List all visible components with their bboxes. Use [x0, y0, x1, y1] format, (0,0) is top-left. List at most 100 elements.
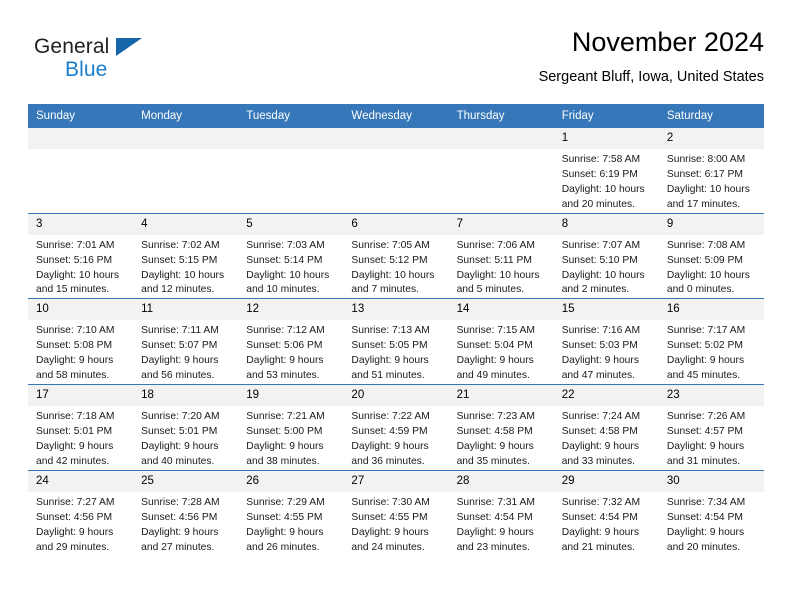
calendar-day-cell[interactable]: 15 Sunrise: 7:16 AM Sunset: 5:03 PM Dayligh… — [553, 298, 659, 385]
calendar-day-cell[interactable]: 2 Sunrise: 8:00 AM Sunset: 6:17 PM Daylight… — [658, 128, 764, 214]
day-cell-inner — [343, 128, 449, 213]
calendar-day-cell[interactable]: 7 Sunrise: 7:06 AM Sunset: 5:11 PM Daylight… — [448, 212, 554, 299]
day-details: Sunrise: 7:08 AM Sunset: 5:09 PM Daylight:… — [659, 235, 764, 299]
calendar-day-cell[interactable]: 12 Sunrise: 7:12 AM Sunset: 5:06 PM Dayligh… — [238, 298, 344, 385]
calendar-day-cell[interactable]: 16 Sunrise: 7:17 AM Sunset: 5:02 PM Dayligh… — [658, 298, 764, 385]
daylight-duration-line1: Daylight: 9 hours — [246, 440, 324, 452]
calendar-day-cell[interactable]: 29 Sunrise: 7:32 AM Sunset: 4:54 PM Dayligh… — [553, 469, 659, 556]
calendar-day-cell[interactable]: 14 Sunrise: 7:15 AM Sunset: 5:04 PM Dayligh… — [448, 298, 554, 385]
sunset-time: Sunset: 4:58 PM — [561, 425, 638, 437]
sunrise-time: Sunrise: 7:15 AM — [456, 325, 535, 337]
daylight-duration-line1: Daylight: 9 hours — [561, 440, 639, 452]
logo-text-blue: Blue — [65, 58, 108, 81]
sunrise-time: Sunrise: 7:01 AM — [36, 239, 115, 251]
weekday-header-wednesday: Wednesday — [343, 104, 449, 128]
day-number: 19 — [238, 385, 344, 407]
day-details: Sunrise: 7:07 AM Sunset: 5:10 PM Daylight:… — [554, 235, 659, 299]
daylight-duration-line1: Daylight: 10 hours — [666, 183, 750, 195]
calendar-day-cell[interactable]: 18 Sunrise: 7:20 AM Sunset: 5:01 PM Dayligh… — [133, 384, 239, 471]
day-cell-inner: 24 Sunrise: 7:27 AM Sunset: 4:56 PM Dayligh… — [28, 470, 134, 556]
day-number: 2 — [658, 128, 764, 149]
calendar-day-cell[interactable]: 10 Sunrise: 7:10 AM Sunset: 5:08 PM Dayligh… — [28, 298, 134, 385]
daylight-duration-line2: and 2 minutes. — [561, 284, 630, 296]
calendar-day-cell[interactable]: 3 Sunrise: 7:01 AM Sunset: 5:16 PM Daylight… — [28, 212, 134, 299]
daylight-duration-line1: Daylight: 9 hours — [36, 440, 114, 452]
day-cell-inner: 13 Sunrise: 7:13 AM Sunset: 5:05 PM Dayligh… — [343, 299, 449, 384]
day-details: Sunrise: 7:17 AM Sunset: 5:02 PM Daylight:… — [659, 320, 764, 384]
calendar-day-cell[interactable]: 13 Sunrise: 7:13 AM Sunset: 5:05 PM Dayligh… — [343, 298, 449, 385]
day-details: Sunrise: 7:05 AM Sunset: 5:12 PM Daylight:… — [343, 235, 448, 299]
day-cell-inner — [28, 128, 134, 213]
sunrise-time: Sunrise: 7:05 AM — [351, 239, 430, 251]
calendar-day-cell[interactable]: 6 Sunrise: 7:05 AM Sunset: 5:12 PM Daylight… — [343, 212, 449, 299]
calendar-day-cell[interactable]: 20 Sunrise: 7:22 AM Sunset: 4:59 PM Dayligh… — [343, 384, 449, 471]
calendar-day-cell[interactable]: 19 Sunrise: 7:21 AM Sunset: 5:00 PM Dayligh… — [238, 384, 344, 471]
daylight-duration-line2: and 17 minutes. — [666, 198, 741, 210]
calendar-day-cell[interactable]: 4 Sunrise: 7:02 AM Sunset: 5:15 PM Daylight… — [133, 212, 239, 299]
day-cell-inner: 1 Sunrise: 7:58 AM Sunset: 6:19 PM Daylight… — [553, 128, 659, 213]
daylight-duration-line2: and 7 minutes. — [351, 284, 419, 296]
sunset-time: Sunset: 5:09 PM — [666, 254, 743, 266]
calendar-day-cell[interactable]: 8 Sunrise: 7:07 AM Sunset: 5:10 PM Daylight… — [553, 212, 659, 299]
calendar-day-cell[interactable]: 9 Sunrise: 7:08 AM Sunset: 5:09 PM Daylight… — [658, 212, 764, 299]
calendar-day-cell[interactable]: 25 Sunrise: 7:28 AM Sunset: 4:56 PM Dayligh… — [133, 469, 239, 556]
calendar-day-cell[interactable]: 23 Sunrise: 7:26 AM Sunset: 4:57 PM Dayligh… — [658, 384, 764, 471]
general-blue-logo[interactable]: General Blue — [34, 32, 224, 88]
calendar-day-cell[interactable]: 26 Sunrise: 7:29 AM Sunset: 4:55 PM Dayligh… — [238, 469, 344, 556]
day-cell-inner: 16 Sunrise: 7:17 AM Sunset: 5:02 PM Dayligh… — [658, 299, 764, 384]
calendar-day-cell-empty — [133, 128, 239, 214]
sunset-time: Sunset: 4:59 PM — [351, 425, 428, 437]
sunrise-time: Sunrise: 7:58 AM — [561, 154, 641, 165]
daylight-duration-line1: Daylight: 9 hours — [456, 526, 534, 538]
sunset-time: Sunset: 5:15 PM — [141, 254, 218, 266]
day-cell-inner: 12 Sunrise: 7:12 AM Sunset: 5:06 PM Dayligh… — [238, 299, 344, 384]
sunset-time: Sunset: 5:03 PM — [561, 340, 638, 352]
calendar-day-cell[interactable]: 27 Sunrise: 7:30 AM Sunset: 4:55 PM Dayligh… — [343, 469, 449, 556]
day-number — [238, 128, 344, 149]
day-number: 10 — [28, 299, 134, 321]
day-cell-inner: 10 Sunrise: 7:10 AM Sunset: 5:08 PM Dayligh… — [28, 299, 134, 384]
sunrise-time: Sunrise: 7:02 AM — [141, 239, 220, 251]
sunrise-time: Sunrise: 7:26 AM — [666, 411, 746, 423]
calendar-week-row: 1 Sunrise: 7:58 AM Sunset: 6:19 PM Daylight… — [28, 128, 764, 214]
daylight-duration-line2: and 45 minutes. — [666, 370, 741, 382]
sunset-time: Sunset: 5:12 PM — [351, 254, 428, 266]
day-number — [133, 128, 239, 149]
sunrise-time: Sunrise: 7:12 AM — [246, 325, 325, 337]
sunset-time: Sunset: 5:00 PM — [246, 425, 323, 437]
day-cell-inner: 8 Sunrise: 7:07 AM Sunset: 5:10 PM Daylight… — [553, 213, 659, 299]
day-number: 29 — [553, 470, 659, 492]
daylight-duration-line1: Daylight: 9 hours — [36, 526, 114, 538]
calendar-day-cell-empty — [448, 128, 554, 214]
sunrise-time: Sunrise: 7:30 AM — [351, 496, 430, 508]
calendar-day-cell[interactable]: 22 Sunrise: 7:24 AM Sunset: 4:58 PM Dayligh… — [553, 384, 659, 471]
day-details: Sunrise: 7:12 AM Sunset: 5:06 PM Daylight:… — [238, 320, 343, 384]
calendar-day-cell[interactable]: 30 Sunrise: 7:34 AM Sunset: 4:54 PM Dayligh… — [658, 469, 764, 556]
day-number: 23 — [658, 385, 764, 407]
sunset-time: Sunset: 4:54 PM — [561, 511, 638, 523]
calendar-day-cell[interactable]: 5 Sunrise: 7:03 AM Sunset: 5:14 PM Daylight… — [238, 212, 344, 299]
calendar-day-cell[interactable]: 24 Sunrise: 7:27 AM Sunset: 4:56 PM Dayligh… — [28, 469, 134, 556]
calendar-day-cell[interactable]: 11 Sunrise: 7:11 AM Sunset: 5:07 PM Dayligh… — [133, 298, 239, 385]
day-details: Sunrise: 7:24 AM Sunset: 4:58 PM Daylight:… — [554, 406, 659, 470]
sunrise-time: Sunrise: 7:31 AM — [456, 496, 535, 508]
day-number: 12 — [238, 299, 344, 321]
daylight-duration-line2: and 27 minutes. — [141, 541, 215, 553]
daylight-duration-line2: and 35 minutes. — [456, 455, 530, 467]
day-number: 5 — [238, 213, 344, 235]
calendar-day-cell[interactable]: 1 Sunrise: 7:58 AM Sunset: 6:19 PM Daylight… — [553, 128, 659, 214]
calendar-day-cell[interactable]: 17 Sunrise: 7:18 AM Sunset: 5:01 PM Dayligh… — [28, 384, 134, 471]
daylight-duration-line1: Daylight: 9 hours — [666, 440, 745, 452]
calendar-day-cell[interactable]: 28 Sunrise: 7:31 AM Sunset: 4:54 PM Dayligh… — [448, 469, 554, 556]
calendar-day-cell[interactable]: 21 Sunrise: 7:23 AM Sunset: 4:58 PM Dayligh… — [448, 384, 554, 471]
daylight-duration-line1: Daylight: 9 hours — [351, 355, 429, 367]
sunset-time: Sunset: 5:10 PM — [561, 254, 638, 266]
day-number: 18 — [133, 385, 239, 407]
daylight-duration-line1: Daylight: 9 hours — [666, 526, 745, 538]
sunset-time: Sunset: 6:19 PM — [561, 168, 638, 180]
sunset-time: Sunset: 4:56 PM — [36, 511, 113, 523]
sunrise-time: Sunrise: 7:20 AM — [141, 411, 220, 423]
sunrise-time: Sunrise: 7:32 AM — [561, 496, 641, 508]
sunset-time: Sunset: 5:02 PM — [666, 340, 743, 352]
day-cell-inner — [133, 128, 239, 213]
